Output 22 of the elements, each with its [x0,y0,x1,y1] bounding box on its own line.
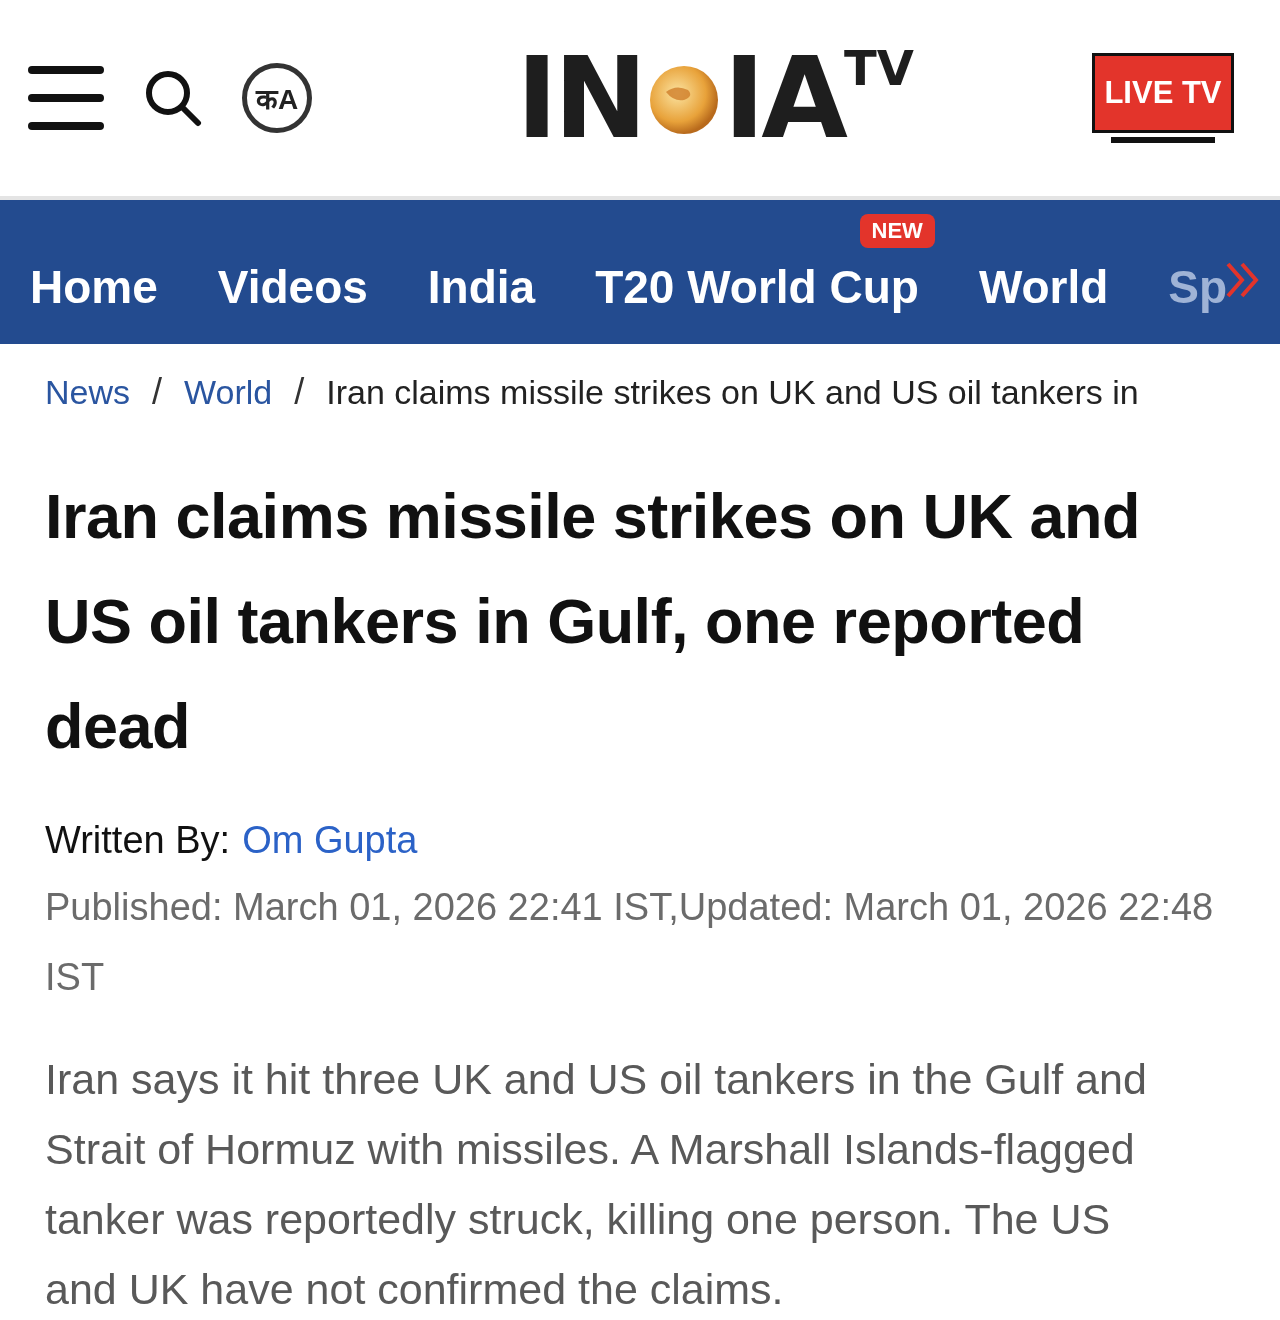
publish-date: Published: March 01, 2026 22:41 IST,Updated: March 01, 2026 22:48 IST [45,885,1215,1000]
breadcrumb-separator: / [152,371,163,413]
search-icon[interactable] [144,69,202,127]
breadcrumb-link[interactable]: News [45,372,131,412]
article-title: Iran claims missile strikes on UK and US oil tankers in Gulf, one reported dead [45,480,1141,763]
breadcrumb-separator: / [294,371,305,413]
nav-link[interactable]: T20 World Cup [595,260,919,314]
language-toggle[interactable]: कA [242,63,312,133]
breadcrumb-link[interactable]: World [184,372,273,412]
author-link[interactable]: Om Gupta [242,819,418,862]
breadcrumb-current[interactable]: Iran claims missile strikes on UK and US oil tankers in [326,372,1139,412]
nav-link[interactable]: Sp [1168,260,1228,314]
nav-link[interactable]: World [978,260,1109,314]
byline-label: Written By: [45,819,231,862]
live-tv-button[interactable]: LIVE TV [1092,53,1234,133]
nav-link[interactable]: Videos [217,260,368,314]
tv-stand-icon [1111,137,1215,143]
article-summary: Iran says it hit three UK and US oil tankers in the Gulf and Strait of Hormuz with missiles. A Marshall Islands-flagged tanker was reportedly struck, killing one person. The US and UK have not confirmed the claims. [45,1054,1148,1315]
nav-link[interactable]: India [427,260,536,314]
new-badge: NEW [859,214,935,248]
nav-link[interactable]: Home [30,260,158,314]
menu-icon[interactable] [28,66,104,130]
